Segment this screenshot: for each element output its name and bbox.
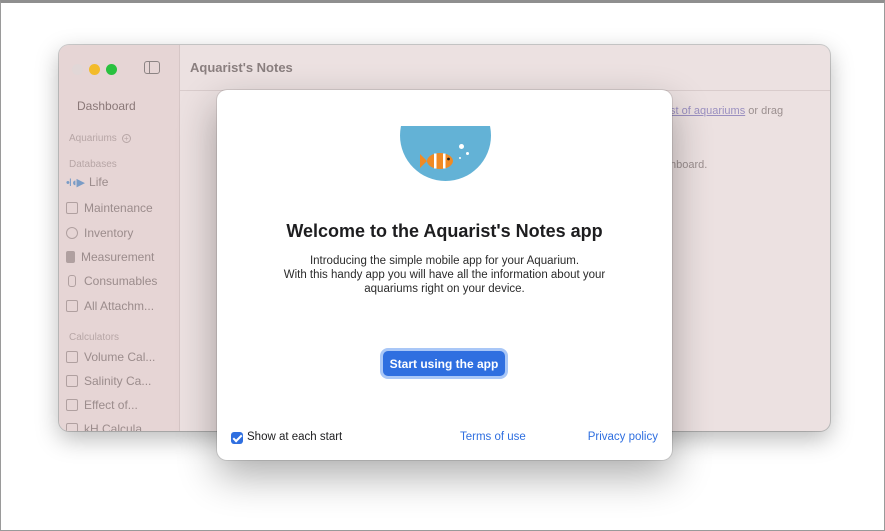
bubble-icon xyxy=(459,144,464,149)
calculators-section-header: Calculators xyxy=(69,332,120,343)
inventory-icon xyxy=(66,227,78,239)
bottle-icon xyxy=(68,275,76,287)
sidebar-item-volume-calculator[interactable]: Volume Cal... xyxy=(66,350,155,364)
description-line: With this handy app you will have all th… xyxy=(283,269,606,281)
sidebar-item-label: Measurement xyxy=(81,250,155,264)
sidebar-item-label: kH Calcula... xyxy=(84,422,153,431)
show-at-start-label[interactable]: Show at each start xyxy=(247,431,342,443)
minimize-button[interactable] xyxy=(89,64,100,75)
privacy-policy-link[interactable]: Privacy policy xyxy=(588,431,658,443)
dialog-description: Introducing the simple mobile app for yo… xyxy=(257,254,632,296)
description-line: Introducing the simple mobile app for yo… xyxy=(309,255,580,267)
sidebar-toggle-icon[interactable] xyxy=(144,61,160,74)
background-hint-line2: hboard. xyxy=(670,159,708,171)
databases-section-header: Databases xyxy=(69,159,117,170)
sidebar-item-measurement[interactable]: Measurement xyxy=(66,250,154,264)
close-button[interactable] xyxy=(72,64,83,75)
bubble-icon xyxy=(459,157,461,159)
welcome-dialog: Welcome to the Aquarist's Notes app Intr… xyxy=(217,90,672,460)
fishbowl-illustration xyxy=(400,126,491,182)
calculator-icon xyxy=(66,423,78,431)
sidebar-item-attachments[interactable]: All Attachm... xyxy=(66,299,154,313)
sidebar-item-label: Consumables xyxy=(84,274,158,288)
sidebar-item-label: Maintenance xyxy=(84,201,153,215)
bubble-icon xyxy=(466,152,469,155)
fish-icon: •I◖▶ xyxy=(66,176,85,189)
start-using-app-button[interactable]: Start using the app xyxy=(383,351,505,376)
toolbar: Aquarist's Notes xyxy=(180,45,830,91)
sidebar-item-maintenance[interactable]: Maintenance xyxy=(66,201,153,215)
sidebar-item-salinity-calculator[interactable]: Salinity Ca... xyxy=(66,374,151,388)
sidebar-item-kh-calculator[interactable]: kH Calcula... xyxy=(66,422,152,431)
terms-of-use-link[interactable]: Terms of use xyxy=(460,431,526,443)
window-title: Aquarist's Notes xyxy=(190,60,293,75)
aquariums-section-header: Aquariums + xyxy=(69,133,131,144)
maximize-button[interactable] xyxy=(106,64,117,75)
sidebar-item-label: Volume Cal... xyxy=(84,350,156,364)
aquarium-list-link[interactable]: st of aquariums xyxy=(670,105,745,117)
sidebar-item-effect-calculator[interactable]: Effect of... xyxy=(66,398,138,412)
sidebar-item-label: Effect of... xyxy=(84,398,138,412)
show-at-start-checkbox[interactable] xyxy=(231,432,243,444)
calculator-icon xyxy=(66,399,78,411)
test-tubes-icon xyxy=(66,251,75,263)
sidebar: Dashboard Aquariums + Databases •I◖▶ Lif… xyxy=(59,45,180,431)
dialog-title: Welcome to the Aquarist's Notes app xyxy=(286,221,603,241)
cube-icon xyxy=(66,351,78,363)
sidebar-item-label: Life xyxy=(89,175,109,189)
sidebar-item-inventory[interactable]: Inventory xyxy=(66,226,133,240)
add-aquarium-icon[interactable]: + xyxy=(121,134,131,143)
sidebar-item-consumables[interactable]: Consumables xyxy=(66,274,157,288)
calculator-icon xyxy=(66,375,78,387)
sidebar-item-label: Inventory xyxy=(84,226,134,240)
background-hint-line1: st of aquariums or drag xyxy=(670,105,783,117)
window-controls xyxy=(72,64,117,75)
sidebar-item-dashboard[interactable]: Dashboard xyxy=(77,99,136,113)
sidebar-item-label: Salinity Ca... xyxy=(84,374,152,388)
attachment-icon xyxy=(66,300,78,312)
description-line: aquariums right on your device. xyxy=(364,283,525,295)
calendar-icon xyxy=(66,202,78,214)
clownfish-icon xyxy=(420,153,453,169)
background-hint-text: or drag xyxy=(745,105,784,117)
aquariums-header-label: Aquariums xyxy=(69,133,117,144)
sidebar-item-label: All Attachm... xyxy=(84,299,155,313)
sidebar-item-life[interactable]: •I◖▶ Life xyxy=(66,175,108,189)
